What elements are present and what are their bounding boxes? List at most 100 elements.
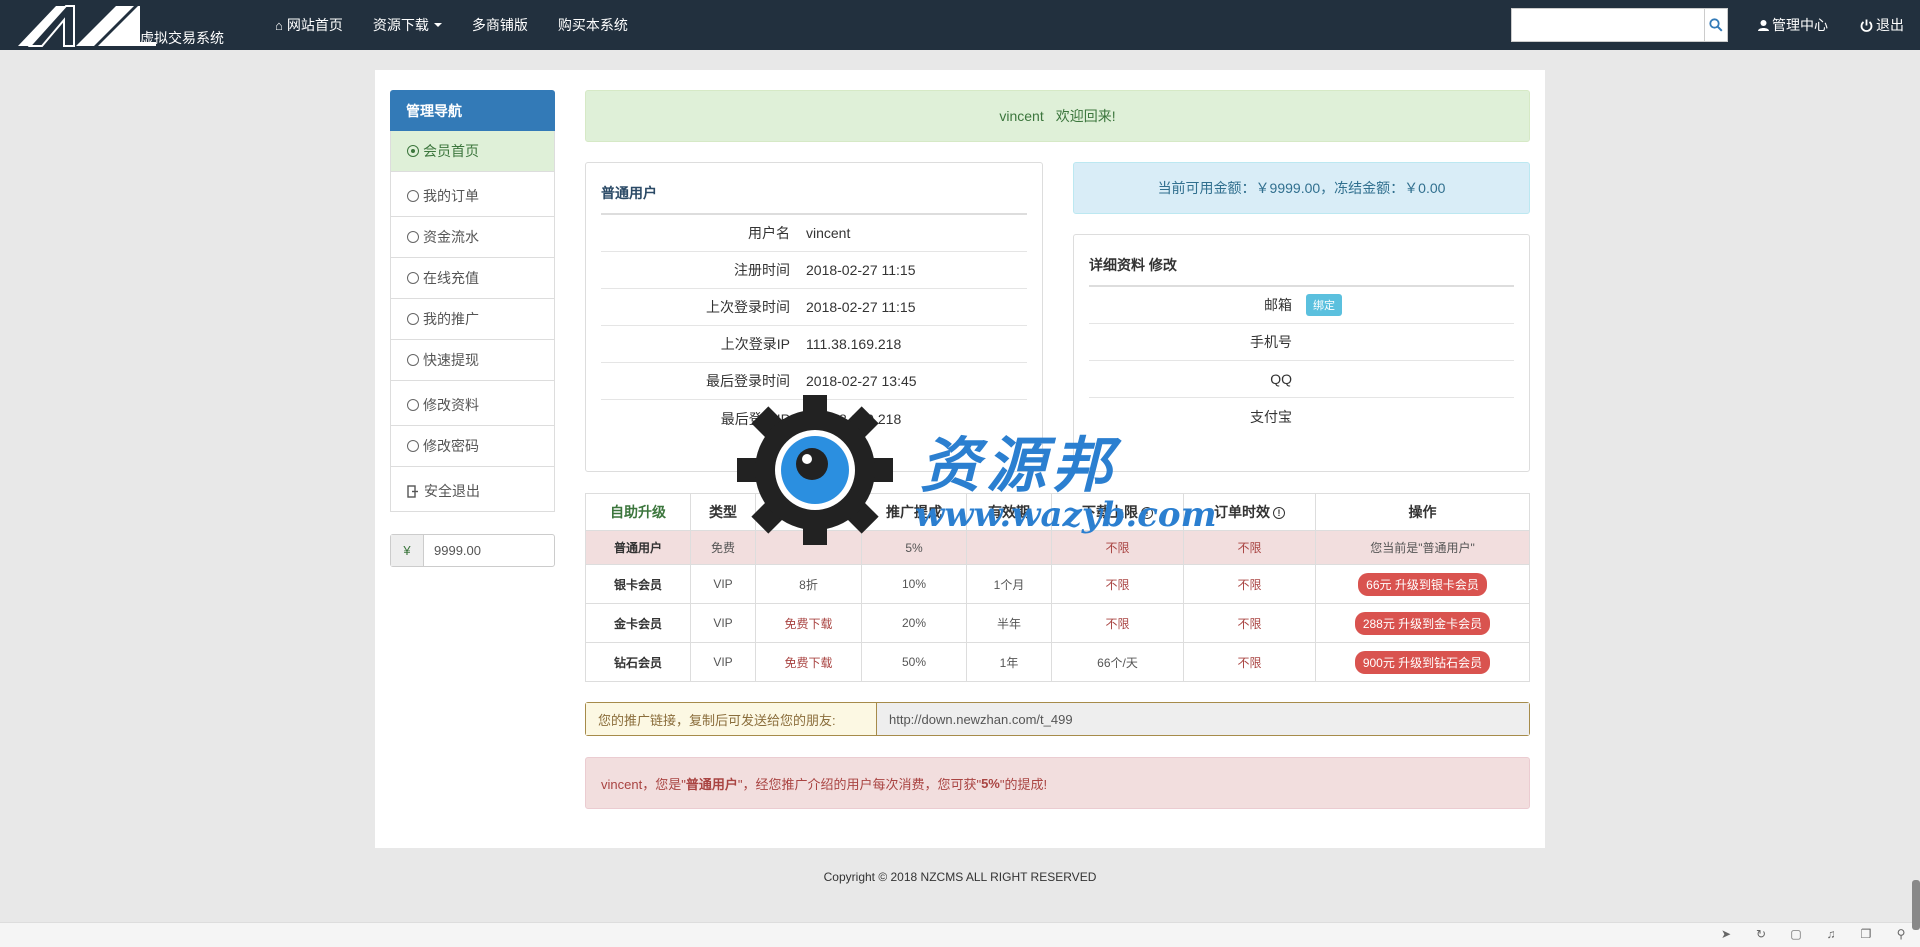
cell-commission: 10% <box>861 564 967 604</box>
cell-level: 银卡会员 <box>585 564 691 604</box>
info-row: 手机号 <box>1089 324 1514 361</box>
col-header: 享受优惠 <box>755 493 862 531</box>
account-level-title: 普通用户 <box>601 163 1027 215</box>
info-value: vincent <box>806 225 851 241</box>
cell-type: 免费 <box>690 530 756 565</box>
main-nav: ⌂ 网站首页 资源下载 多商铺版 购买本系统 <box>275 0 658 50</box>
col-header: 有效期 <box>966 493 1052 531</box>
cell-validity: 1年 <box>966 642 1052 682</box>
info-row: 上次登录IP 111.38.169.218 <box>601 326 1027 363</box>
info-value: 2018-02-27 11:15 <box>806 262 916 278</box>
upgrade-silver-button[interactable]: 66元 升级到银卡会员 <box>1358 572 1487 596</box>
zoom-icon[interactable]: ⚲ <box>1892 927 1910 943</box>
cell-order: 不限 <box>1183 564 1316 604</box>
cell-level: 普通用户 <box>585 530 691 565</box>
bind-email-button[interactable]: 绑定 <box>1306 294 1342 316</box>
col-header-order-validity: 订单时效! <box>1183 493 1316 531</box>
sidebar-item-edit-profile[interactable]: 修改资料 <box>390 385 555 426</box>
logout-label: 退出 <box>1876 17 1904 33</box>
cell-commission: 5% <box>861 530 967 565</box>
sidebar-balance: ¥ 9999.00 <box>390 534 555 567</box>
cell-discount: 免费下载 <box>755 642 862 682</box>
cell-level: 金卡会员 <box>585 603 691 643</box>
sidebar-item-label: 安全退出 <box>424 483 480 499</box>
info-icon[interactable]: ! <box>1273 507 1285 519</box>
info-label: 注册时间 <box>734 262 790 278</box>
radio-icon <box>407 440 419 452</box>
user-center-link[interactable]: 管理中心 <box>1757 0 1828 50</box>
col-header: 操作 <box>1315 493 1530 531</box>
nav-home[interactable]: ⌂ 网站首页 <box>275 15 343 35</box>
sidebar-item-promotion[interactable]: 我的推广 <box>390 299 555 340</box>
cell-order: 不限 <box>1183 642 1316 682</box>
info-row: 最后登录IP 111.38.169.218 <box>601 400 1027 437</box>
col-header: 类型 <box>690 493 756 531</box>
info-icon[interactable]: ! <box>1141 507 1153 519</box>
sidebar-item-orders[interactable]: 我的订单 <box>390 176 555 217</box>
power-icon <box>1860 19 1873 32</box>
nav-downloads[interactable]: 资源下载 <box>373 15 442 35</box>
upgrade-diamond-button[interactable]: 900元 升级到钻石会员 <box>1354 650 1491 674</box>
nav-buy-system[interactable]: 购买本系统 <box>558 15 628 35</box>
welcome-text: 欢迎回来! <box>1055 108 1116 124</box>
info-row: 支付宝 <box>1089 398 1514 435</box>
brand-name: 虚拟交易系统 <box>140 30 224 46</box>
info-label: 上次登录IP <box>720 336 790 352</box>
nav-multistore-label: 多商铺版 <box>471 17 528 33</box>
nav-buy-system-label: 购买本系统 <box>557 17 628 33</box>
volume-icon[interactable]: ♫ <box>1822 927 1840 943</box>
info-label: 最后登录IP <box>720 410 790 427</box>
commission-alert: vincent，您是" 普通用户 "，经您推广介绍的用户每次消费，您可获" 5% "的提… <box>585 757 1530 809</box>
info-row: QQ <box>1089 361 1514 398</box>
info-label: QQ <box>1270 371 1292 387</box>
commission-middle: "，经您推广介绍的用户每次消费，您可获" <box>737 776 982 792</box>
pin-icon[interactable]: ➤ <box>1717 927 1735 943</box>
promo-link-field[interactable]: http://down.newzhan.com/t_499 <box>877 703 1529 735</box>
details-title[interactable]: 详细资料 修改 <box>1089 235 1514 287</box>
user-center-label: 管理中心 <box>1772 17 1828 33</box>
radio-icon <box>407 190 419 202</box>
cell-download: 不限 <box>1051 564 1184 604</box>
browser-status-bar: ➤ ↻ ▢ ♫ ❐ ⚲ <box>0 922 1920 947</box>
commission-level: 普通用户 <box>685 776 738 792</box>
cell-action: 您当前是"普通用户" <box>1315 530 1530 565</box>
commission-rate: 5% <box>981 775 1000 791</box>
details-panel: 详细资料 修改 邮箱 绑定 手机号 QQ 支付宝 <box>1073 234 1530 472</box>
radio-icon <box>407 272 419 284</box>
footer-copyright: Copyright © 2018 NZCMS ALL RIGHT RESERVE… <box>823 870 1097 884</box>
search-button[interactable] <box>1704 9 1727 41</box>
scrollbar-thumb[interactable] <box>1912 880 1920 930</box>
trash-icon[interactable]: ▢ <box>1787 927 1805 943</box>
sidebar-title: 管理导航 <box>390 90 555 131</box>
radio-icon <box>407 354 419 366</box>
refresh-icon[interactable]: ↻ <box>1752 927 1770 943</box>
cell-commission: 50% <box>861 642 967 682</box>
info-label: 手机号 <box>1250 334 1292 350</box>
sidebar-item-change-password[interactable]: 修改密码 <box>390 426 555 467</box>
info-row: 上次登录时间 2018-02-27 11:15 <box>601 289 1027 326</box>
sidebar-item-label: 我的订单 <box>423 188 479 204</box>
cell-discount <box>755 530 862 565</box>
logout-link[interactable]: 退出 <box>1860 0 1904 50</box>
col-header: 推广提成 <box>861 493 967 531</box>
window-icon[interactable]: ❐ <box>1857 927 1875 943</box>
cell-action: 288元 升级到金卡会员 <box>1315 603 1530 643</box>
nav-multistore[interactable]: 多商铺版 <box>472 15 528 35</box>
nav-home-label: 网站首页 <box>286 17 343 33</box>
sidebar-item-recharge[interactable]: 在线充值 <box>390 258 555 299</box>
cell-type: VIP <box>690 642 756 682</box>
search-input[interactable] <box>1512 9 1704 41</box>
info-row: 用户名 vincent <box>601 215 1027 252</box>
promo-link-label: 您的推广链接，复制后可发送给您的朋友: <box>586 703 877 735</box>
sidebar-item-withdraw[interactable]: 快速提现 <box>390 340 555 381</box>
info-row: 最后登录时间 2018-02-27 13:45 <box>601 363 1027 400</box>
table-header-row: 自助升级 类型 享受优惠 推广提成 有效期 下载上限! 订单时效! 操作 <box>585 493 1530 531</box>
sidebar-item-logout[interactable]: 安全退出 <box>390 471 555 512</box>
info-label: 邮箱 <box>1264 297 1292 313</box>
upgrade-gold-button[interactable]: 288元 升级到金卡会员 <box>1354 611 1491 635</box>
radio-icon <box>407 231 419 243</box>
sidebar-item-member-home[interactable]: 会员首页 <box>390 131 555 172</box>
sidebar-item-fund-flow[interactable]: 资金流水 <box>390 217 555 258</box>
commission-suffix: "的提成! <box>999 776 1048 792</box>
welcome-alert: vincent 欢迎回来! <box>585 90 1530 142</box>
